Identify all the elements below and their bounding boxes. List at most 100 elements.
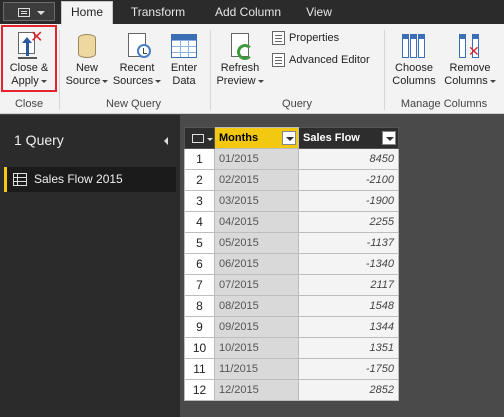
column-header-months[interactable]: Months — [214, 127, 299, 149]
cell-sales-flow[interactable]: -1340 — [298, 253, 399, 275]
cell-sales-flow[interactable]: -1137 — [298, 232, 399, 254]
chevron-down-icon — [489, 79, 496, 83]
cell-sales-flow[interactable]: 2852 — [298, 379, 399, 401]
row-number[interactable]: 1 — [184, 148, 215, 170]
column-header-sales-flow[interactable]: Sales Flow — [298, 127, 399, 149]
queries-panel: 1 Query Sales Flow 2015 — [0, 115, 180, 417]
chevron-down-icon — [102, 79, 109, 83]
cell-sales-flow[interactable]: 2255 — [298, 211, 399, 233]
choose-columns-label-2: Columns — [392, 75, 436, 87]
data-preview-area: Months Sales Flow 1 01/2015 8450 2 02/2015 -2… — [180, 115, 504, 417]
cell-months[interactable]: 08/2015 — [214, 295, 299, 317]
cell-sales-flow[interactable]: 8450 — [298, 148, 399, 170]
new-source-label-1: New — [75, 62, 98, 74]
chevron-down-icon — [155, 79, 162, 83]
advanced-editor-label: Advanced Editor — [289, 54, 370, 66]
choose-columns-button[interactable]: Choose Columns — [388, 26, 440, 94]
cell-sales-flow[interactable]: -2100 — [298, 169, 399, 191]
row-number[interactable]: 3 — [184, 190, 215, 212]
table-menu-button[interactable] — [184, 127, 215, 149]
query-item-sales-flow-2015[interactable]: Sales Flow 2015 — [4, 167, 176, 192]
row-number[interactable]: 9 — [184, 316, 215, 338]
filter-dropdown-icon[interactable] — [282, 131, 296, 145]
cell-sales-flow[interactable]: 1351 — [298, 337, 399, 359]
filter-dropdown-icon[interactable] — [382, 131, 396, 145]
collapse-panel-icon[interactable] — [164, 137, 168, 145]
tab-add-column[interactable]: Add Column — [200, 4, 296, 24]
group-label-close: Close — [14, 98, 44, 110]
column-header-label: Sales Flow — [303, 132, 360, 144]
remove-columns-button[interactable]: ✕ Remove Columns — [442, 26, 498, 94]
table-row[interactable]: 11 11/2015 -1750 — [184, 358, 399, 380]
row-number[interactable]: 5 — [184, 232, 215, 254]
properties-label: Properties — [289, 32, 340, 44]
enter-data-label-2: Data — [172, 75, 196, 87]
highlight-box — [1, 25, 57, 92]
cell-months[interactable]: 10/2015 — [214, 337, 299, 359]
table-row[interactable]: 8 08/2015 1548 — [184, 295, 399, 317]
table-row[interactable]: 1 01/2015 8450 — [184, 148, 399, 170]
cell-months[interactable]: 01/2015 — [214, 148, 299, 170]
queries-panel-title: 1 Query — [14, 132, 64, 148]
table-row[interactable]: 2 02/2015 -2100 — [184, 169, 399, 191]
row-number[interactable]: 6 — [184, 253, 215, 275]
tab-home[interactable]: Home — [61, 1, 113, 25]
row-number[interactable]: 4 — [184, 211, 215, 233]
chevron-down-icon — [257, 79, 264, 83]
group-divider — [210, 30, 211, 110]
refresh-preview-label-1: Refresh — [220, 62, 260, 74]
table-icon — [169, 30, 199, 62]
group-label-manage-columns: Manage Columns — [400, 98, 488, 110]
file-icon — [18, 8, 30, 17]
table-row[interactable]: 3 03/2015 -1900 — [184, 190, 399, 212]
column-header-label: Months — [219, 132, 259, 144]
table-row[interactable]: 12 12/2015 2852 — [184, 379, 399, 401]
cell-sales-flow[interactable]: 2117 — [298, 274, 399, 296]
cell-months[interactable]: 04/2015 — [214, 211, 299, 233]
query-item-label: Sales Flow 2015 — [34, 172, 123, 186]
cell-months[interactable]: 05/2015 — [214, 232, 299, 254]
ribbon: ✕ Close & Apply Close New Source Recent … — [0, 24, 504, 114]
tab-transform[interactable]: Transform — [118, 4, 198, 24]
properties-icon — [272, 31, 285, 46]
cell-months[interactable]: 02/2015 — [214, 169, 299, 191]
table-row[interactable]: 5 05/2015 -1137 — [184, 232, 399, 254]
table-row[interactable]: 10 10/2015 1351 — [184, 337, 399, 359]
recent-sources-label-1: Recent — [119, 62, 155, 74]
row-number[interactable]: 10 — [184, 337, 215, 359]
row-number[interactable]: 11 — [184, 358, 215, 380]
tab-view[interactable]: View — [296, 4, 342, 24]
cell-months[interactable]: 11/2015 — [214, 358, 299, 380]
refresh-preview-label-2: Preview — [216, 75, 256, 87]
row-number[interactable]: 8 — [184, 295, 215, 317]
row-number[interactable]: 7 — [184, 274, 215, 296]
enter-data-button[interactable]: Enter Data — [163, 26, 205, 94]
advanced-editor-button[interactable]: Advanced Editor — [272, 52, 370, 68]
cell-months[interactable]: 07/2015 — [214, 274, 299, 296]
remove-columns-label-2: Columns — [444, 75, 488, 87]
cell-sales-flow[interactable]: -1900 — [298, 190, 399, 212]
choose-columns-icon — [399, 30, 429, 62]
cell-months[interactable]: 12/2015 — [214, 379, 299, 401]
new-source-button[interactable]: New Source — [62, 26, 112, 94]
table-row[interactable]: 4 04/2015 2255 — [184, 211, 399, 233]
enter-data-label-1: Enter — [170, 62, 198, 74]
cell-months[interactable]: 03/2015 — [214, 190, 299, 212]
cell-months[interactable]: 09/2015 — [214, 316, 299, 338]
cell-months[interactable]: 06/2015 — [214, 253, 299, 275]
cell-sales-flow[interactable]: 1344 — [298, 316, 399, 338]
group-divider — [59, 30, 60, 110]
refresh-preview-button[interactable]: Refresh Preview — [214, 26, 266, 94]
cell-sales-flow[interactable]: 1548 — [298, 295, 399, 317]
properties-button[interactable]: Properties — [272, 30, 339, 46]
recent-sources-button[interactable]: Recent Sources — [112, 26, 162, 94]
file-menu-button[interactable] — [3, 2, 55, 21]
table-row[interactable]: 6 06/2015 -1340 — [184, 253, 399, 275]
data-grid: Months Sales Flow 1 01/2015 8450 2 02/2015 -2… — [184, 127, 399, 401]
row-number[interactable]: 2 — [184, 169, 215, 191]
table-row[interactable]: 7 07/2015 2117 — [184, 274, 399, 296]
cell-sales-flow[interactable]: -1750 — [298, 358, 399, 380]
row-number[interactable]: 12 — [184, 379, 215, 401]
table-row[interactable]: 9 09/2015 1344 — [184, 316, 399, 338]
group-divider — [384, 30, 385, 110]
